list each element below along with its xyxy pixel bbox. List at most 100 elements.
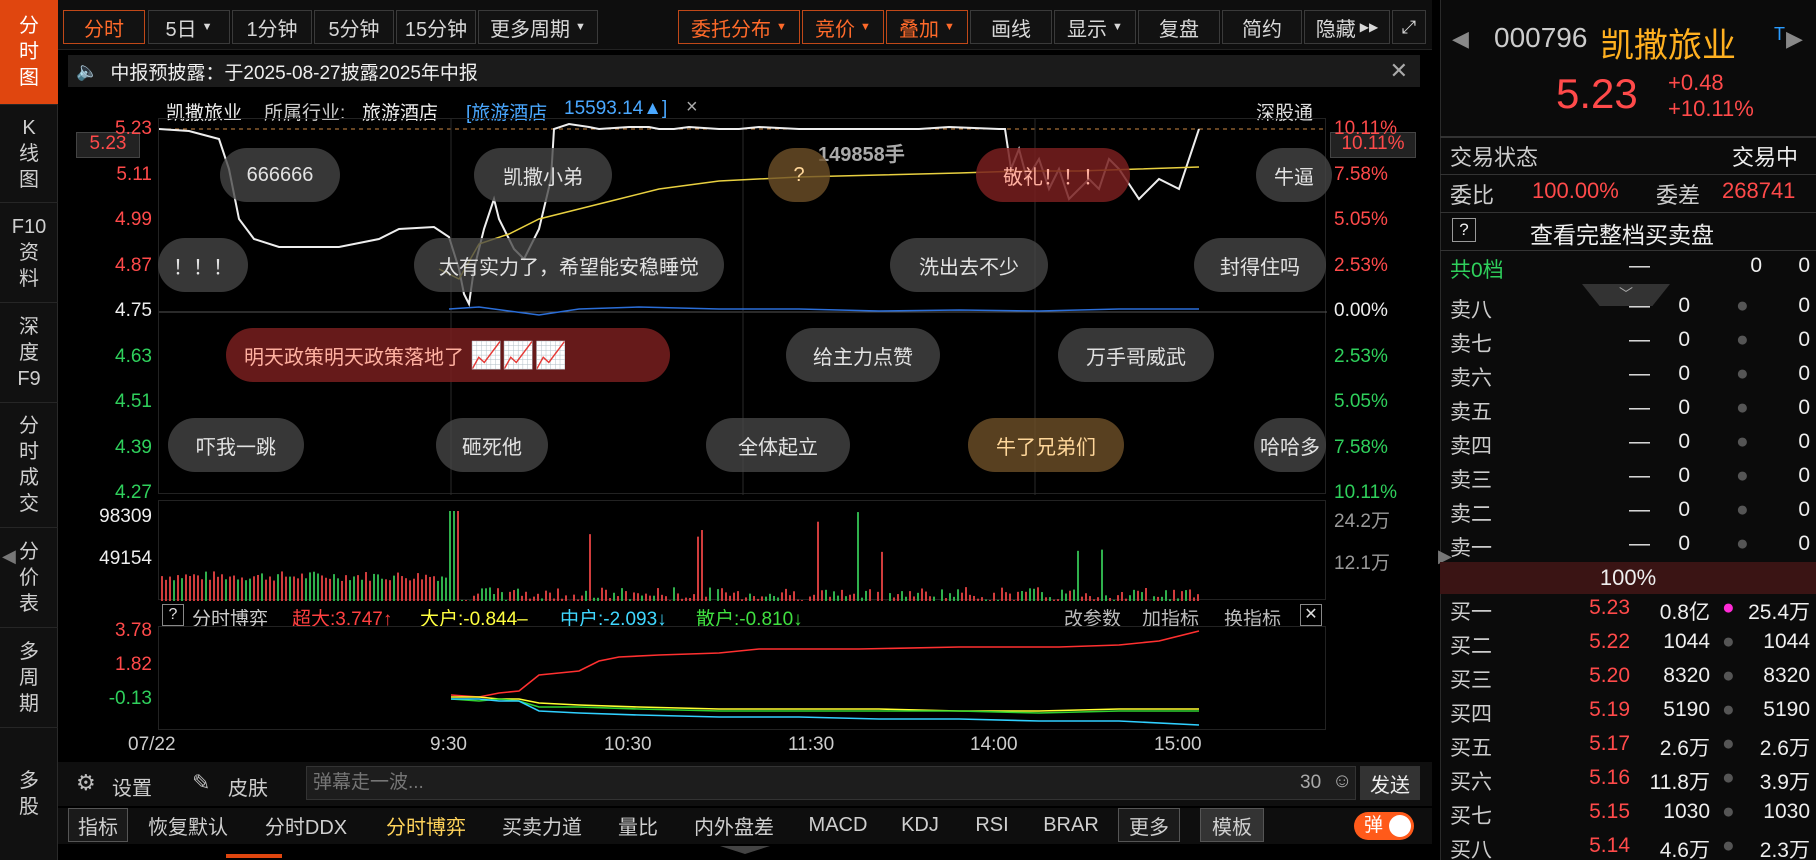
tab-1min[interactable]: 1分钟: [232, 10, 312, 44]
tab-template[interactable]: 模板: [1200, 808, 1264, 842]
send-button[interactable]: 发送: [1360, 766, 1420, 800]
danmaku-bubble[interactable]: 封得住吗: [1194, 238, 1326, 292]
tab-15min[interactable]: 15分钟: [396, 10, 476, 44]
close-icon[interactable]: ✕: [1300, 604, 1322, 626]
fullscreen-icon[interactable]: ⤢: [1392, 10, 1426, 44]
close-sector-icon[interactable]: ×: [686, 96, 698, 119]
tab-5min[interactable]: 5分钟: [314, 10, 394, 44]
tab-volume-ratio[interactable]: 量比: [610, 808, 666, 842]
tab-more-periods[interactable]: 更多周期 ▼: [478, 10, 598, 44]
bid-row[interactable]: 买一 5.23 0.8亿 ● 25.4万: [1450, 596, 1810, 630]
notice-text[interactable]: 中报预披露：于2025-08-27披露2025年中报: [110, 58, 477, 85]
volume-bar: [897, 594, 899, 601]
nav-multi-stock[interactable]: 多股: [0, 728, 58, 860]
danmaku-bubble[interactable]: 哈哈多: [1254, 418, 1326, 472]
nav-char: 时: [19, 41, 39, 63]
ask-row[interactable]: 卖七 — 0 ● 0: [1450, 328, 1810, 362]
danmaku-toggle[interactable]: 弹: [1354, 812, 1414, 840]
settings-button[interactable]: 设置: [112, 772, 152, 801]
collapse-left-icon[interactable]: ◀: [2, 546, 16, 567]
tab-macd[interactable]: MACD: [800, 808, 876, 842]
tab-ddx[interactable]: 分时DDX: [256, 808, 356, 842]
tab-brar[interactable]: BRAR: [1036, 808, 1106, 842]
volume-bar: [1085, 593, 1087, 601]
danmaku-bubble[interactable]: 万手哥威武: [1058, 328, 1214, 382]
chevron-down-icon[interactable]: [720, 846, 770, 854]
tab-5day[interactable]: 5日 ▼: [148, 10, 230, 44]
emoji-icon[interactable]: ☺: [1332, 770, 1352, 793]
ask-row[interactable]: 卖二 — 0 ● 0: [1450, 498, 1810, 532]
tab-restore-default[interactable]: 恢复默认: [140, 808, 236, 842]
nav-multi-period[interactable]: 多周期: [0, 628, 58, 728]
danmaku-bubble[interactable]: 牛逼: [1256, 148, 1332, 202]
nav-price-table[interactable]: 分价表: [0, 528, 58, 628]
hide-button[interactable]: 隐藏 ▶▶: [1304, 10, 1390, 44]
danmaku-bubble[interactable]: ?: [768, 148, 830, 202]
volume-bar: [373, 573, 375, 601]
full-book-link[interactable]: 查看完整档买卖盘: [1530, 216, 1714, 250]
danmaku-bubble[interactable]: 牛了兄弟们: [968, 418, 1124, 472]
draw-line-button[interactable]: 画线: [970, 10, 1052, 44]
tab-indicator[interactable]: 指标: [68, 808, 128, 842]
ask-row[interactable]: 卖四 — 0 ● 0: [1450, 430, 1810, 464]
ask-row[interactable]: 卖八 — 0 ● 0: [1450, 294, 1810, 328]
danmaku-bubble[interactable]: 全体起立: [706, 418, 850, 472]
danmaku-bubble[interactable]: 凯撒小弟: [474, 148, 612, 202]
tab-rsi[interactable]: RSI: [966, 808, 1018, 842]
volume-bar: [705, 596, 707, 601]
volume-tick: 98309: [99, 506, 152, 527]
tab-more[interactable]: 更多: [1118, 808, 1180, 842]
nav-depth[interactable]: 深度 F9: [0, 303, 58, 403]
prev-stock-icon[interactable]: ◀: [1452, 26, 1469, 52]
next-stock-icon[interactable]: ▶: [1786, 26, 1803, 52]
danmaku-bubble[interactable]: 太有实力了，希望能安稳睡觉: [414, 238, 724, 292]
bid-row[interactable]: 买七 5.15 1030 ● 1030: [1450, 800, 1810, 834]
help-icon[interactable]: ?: [162, 604, 184, 626]
simple-mode-button[interactable]: 简约: [1222, 10, 1302, 44]
tab-intraday[interactable]: 分时: [63, 10, 145, 44]
ask-row[interactable]: 卖三 — 0 ● 0: [1450, 464, 1810, 498]
tab-buy-sell-force[interactable]: 买卖力道: [494, 808, 590, 842]
ask-row[interactable]: 卖六 — 0 ● 0: [1450, 362, 1810, 396]
ask-row[interactable]: 卖一 — 0 ● 0: [1450, 532, 1810, 566]
volume-tick: 24.2万: [1334, 511, 1390, 532]
gear-icon[interactable]: ⚙: [76, 770, 96, 796]
overlay-button[interactable]: 叠加 ▼: [886, 10, 968, 44]
order-distribution-button[interactable]: 委托分布 ▼: [678, 10, 800, 44]
volume-chart[interactable]: [158, 500, 1326, 601]
close-icon[interactable]: ✕: [1390, 58, 1408, 84]
danmaku-bubble[interactable]: 洗出去不少: [890, 238, 1048, 292]
danmaku-bubble[interactable]: 砸死他: [436, 418, 548, 472]
ask-row[interactable]: 卖五 — 0 ● 0: [1450, 396, 1810, 430]
skin-button[interactable]: 皮肤: [228, 772, 268, 801]
nav-f10[interactable]: F10 资料: [0, 203, 58, 303]
nav-intraday[interactable]: 分时图: [0, 0, 58, 105]
danmaku-bubble[interactable]: 明天政策明天政策落地了 📈📈📈: [226, 328, 670, 382]
volume-bar: [753, 596, 755, 601]
bid-row[interactable]: 买八 5.14 4.6万 ● 2.3万: [1450, 834, 1810, 860]
auction-button[interactable]: 竞价 ▼: [802, 10, 884, 44]
nav-kline[interactable]: K线图: [0, 105, 58, 203]
bid-row[interactable]: 买二 5.22 1044 ● 1044: [1450, 630, 1810, 664]
volume-bar: [653, 595, 655, 601]
tab-inner-outer[interactable]: 内外盘差: [686, 808, 782, 842]
display-button[interactable]: 显示 ▼: [1054, 10, 1136, 44]
nav-ticks[interactable]: 分时成交: [0, 403, 58, 528]
danmaku-bubble[interactable]: 666666: [220, 148, 340, 202]
bid-row[interactable]: 买六 5.16 11.8万 ● 3.9万: [1450, 766, 1810, 800]
danmaku-bubble[interactable]: 敬礼！！！: [976, 148, 1130, 202]
danmaku-input[interactable]: [306, 766, 1356, 800]
time-tick: 9:30: [430, 734, 467, 755]
tab-kdj[interactable]: KDJ: [892, 808, 948, 842]
bid-row[interactable]: 买四 5.19 5190 ● 5190: [1450, 698, 1810, 732]
bid-row[interactable]: 买五 5.17 2.6万 ● 2.6万: [1450, 732, 1810, 766]
danmaku-bubble[interactable]: ！！！: [158, 238, 248, 292]
tab-game[interactable]: 分时博弈: [376, 808, 476, 842]
bid-row[interactable]: 买三 5.20 8320 ● 8320: [1450, 664, 1810, 698]
danmaku-bubble[interactable]: 给主力点赞: [786, 328, 940, 382]
indicator-chart[interactable]: [158, 626, 1326, 730]
skin-icon[interactable]: ✎: [192, 770, 210, 796]
replay-button[interactable]: 复盘: [1138, 10, 1220, 44]
help-icon[interactable]: ?: [1452, 218, 1476, 242]
danmaku-bubble[interactable]: 吓我一跳: [168, 418, 304, 472]
